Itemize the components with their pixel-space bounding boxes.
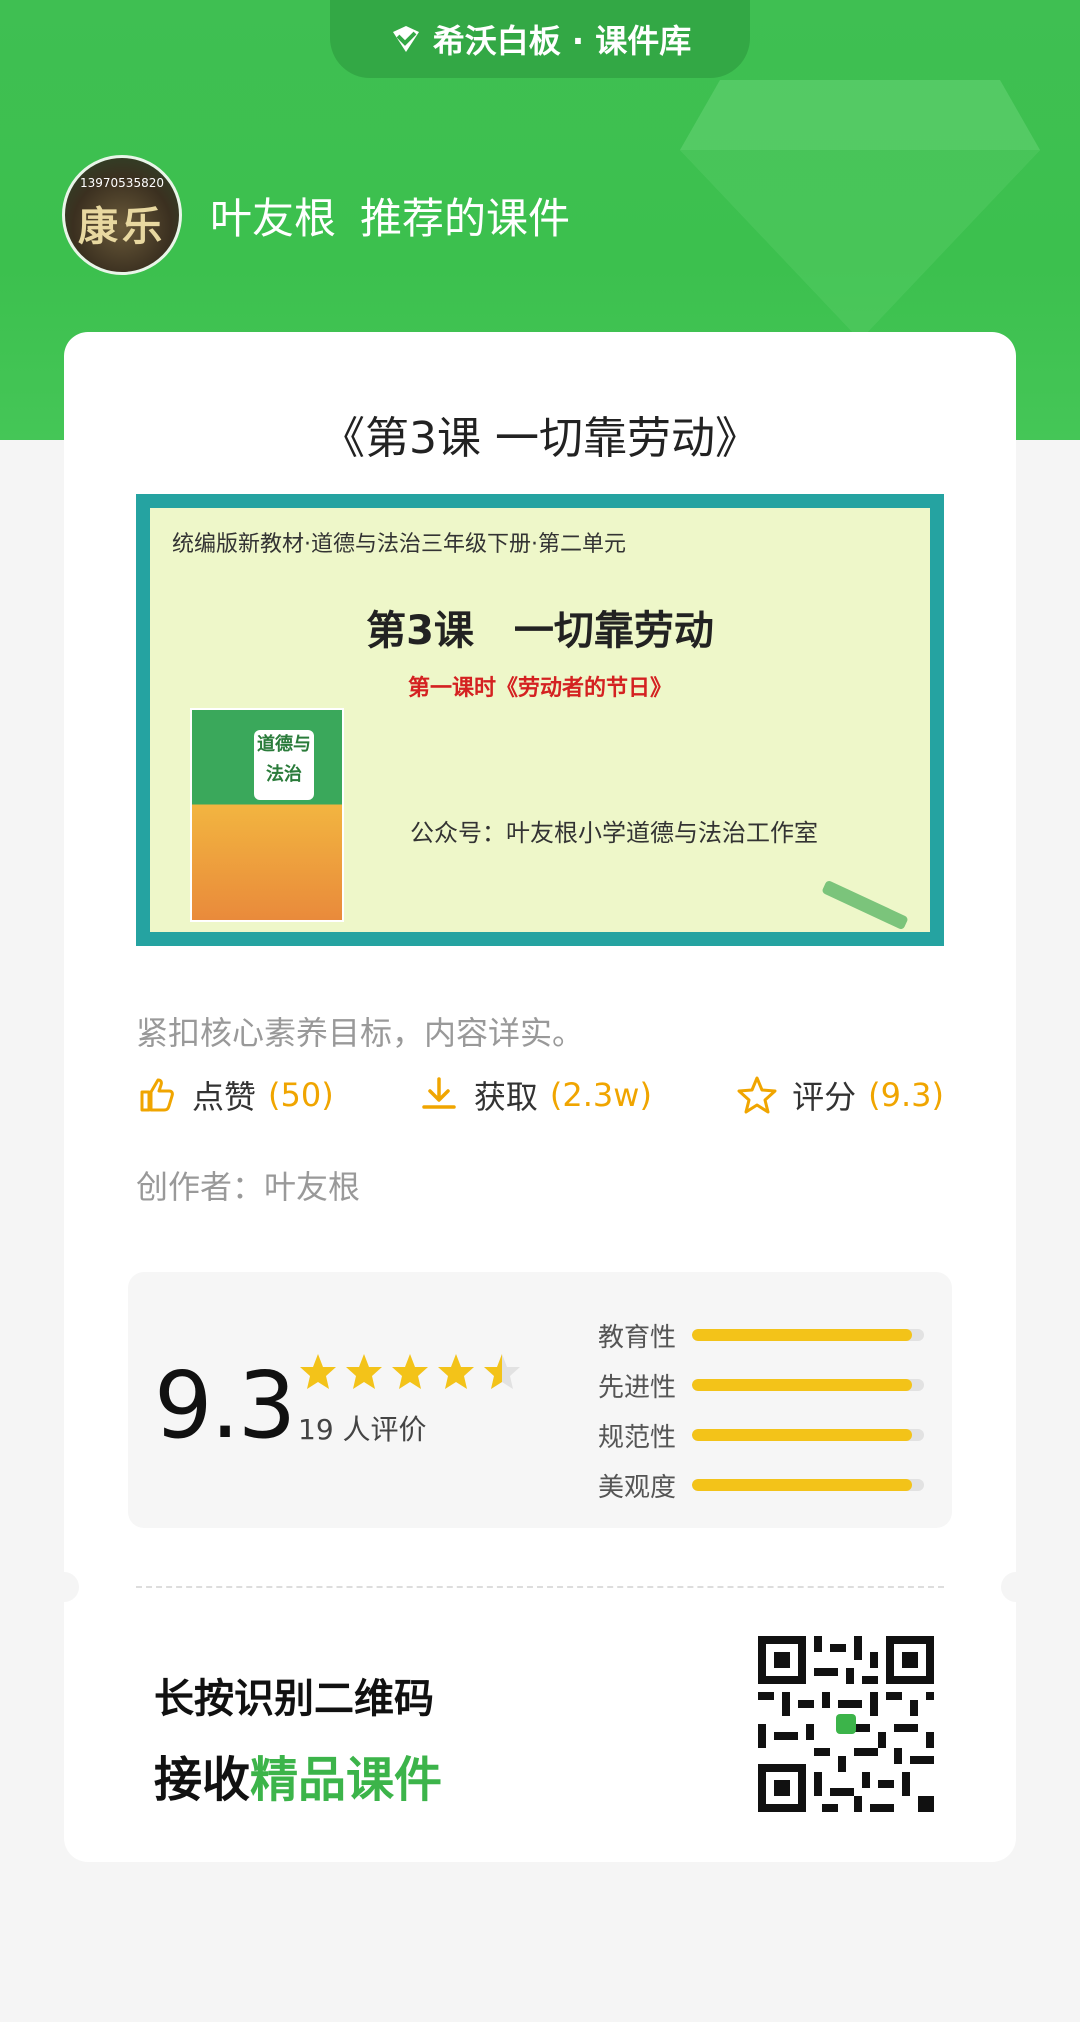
star-half-icon (484, 1354, 520, 1389)
get-button[interactable]: 获取 (2.3w) (418, 1072, 652, 1118)
cover-lesson: 第3课 一切靠劳动 (366, 608, 714, 654)
rating-panel: 9.3 19 人评价 教育性 先进性 规范性 美观度 (128, 1272, 952, 1528)
rate-label: 评分 (792, 1078, 857, 1116)
dimension-row: 美观度 (598, 1460, 924, 1510)
like-button[interactable]: 点赞 (50) (136, 1072, 334, 1118)
dimension-bar (692, 1329, 924, 1341)
qr-tagline-prefix: 接收 (154, 1752, 251, 1808)
course-cover-image[interactable]: 统编版新教材·道德与法治三年级下册·第二单元 第3课 一切靠劳动 第一课时《劳动… (136, 494, 944, 946)
dimension-row: 规范性 (598, 1410, 924, 1460)
avatar-phone: 13970535820 (80, 176, 164, 190)
qr-tagline-highlight: 精品课件 (250, 1752, 443, 1808)
course-title: 《第3课 一切靠劳动》 (321, 413, 759, 464)
cover-subtitle: 第一课时《劳动者的节日》 (407, 676, 672, 701)
like-label: 点赞 (192, 1078, 257, 1116)
recommender-row: 13970535820 康乐 叶友根 推荐的课件 (62, 155, 570, 275)
thumbs-up-icon (140, 1078, 174, 1112)
recommender-text: 叶友根 推荐的课件 (210, 185, 570, 246)
recommender-suffix: 推荐的课件 (360, 193, 571, 243)
like-count: (50) (268, 1076, 334, 1114)
dimension-row: 先进性 (598, 1360, 924, 1410)
get-count: (2.3w) (549, 1076, 652, 1114)
star-full-icon (300, 1354, 336, 1389)
author-line: 创作者：叶友根 (136, 1168, 361, 1206)
dimension-bar (692, 1379, 924, 1391)
recommender-name: 叶友根 (210, 193, 337, 243)
avatar[interactable]: 13970535820 康乐 (62, 155, 182, 275)
review-count: 19 人评价 (298, 1413, 427, 1446)
rate-button[interactable]: 评分 (9.3) (736, 1072, 944, 1118)
dimension-bar (692, 1479, 924, 1491)
course-description: 紧扣核心素养目标，内容详实。 (136, 1014, 585, 1052)
pencil-icon (821, 879, 909, 931)
dashed-divider (136, 1586, 944, 1588)
avatar-calligraphy: 康乐 (78, 203, 166, 250)
qr-tagline: 接收精品课件 (154, 1740, 442, 1810)
star-outline-icon (737, 1076, 777, 1114)
seewo-logo-icon (392, 26, 419, 52)
qr-instruction: 长按识别二维码 (154, 1676, 434, 1722)
dimension-label: 先进性 (598, 1372, 677, 1403)
dimension-bar (692, 1429, 924, 1441)
gem-decoration-icon (680, 80, 1040, 340)
dimension-row: 教育性 (598, 1310, 924, 1360)
cover-edition: 统编版新教材·道德与法治三年级下册·第二单元 (172, 532, 626, 557)
textbook-title: 道德与法治 (254, 730, 314, 800)
dimension-label: 规范性 (598, 1422, 677, 1453)
download-icon (422, 1077, 456, 1109)
get-label: 获取 (473, 1078, 538, 1116)
rate-value: (9.3) (868, 1076, 944, 1114)
star-full-icon (392, 1354, 428, 1389)
rating-stars (298, 1352, 522, 1392)
star-full-icon (346, 1354, 382, 1389)
brand-label: 希沃白板 · 课件库 (432, 22, 692, 60)
star-full-icon (438, 1354, 474, 1389)
brand-tab: 希沃白板 · 课件库 (330, 0, 750, 78)
stats-row: 点赞 (50) 获取 (2.3w) 评分 (9.3) (136, 1072, 944, 1118)
rating-dimensions: 教育性 先进性 规范性 美观度 (598, 1310, 924, 1510)
courseware-card: 《第3课 一切靠劳动》 统编版新教材·道德与法治三年级下册·第二单元 第3课 一… (49, 332, 1031, 1862)
rating-score: 9.3 (154, 1352, 296, 1459)
cover-wechat: 公众号：叶友根小学道德与法治工作室 (410, 819, 818, 847)
dimension-label: 美观度 (598, 1472, 677, 1503)
qr-code-icon[interactable] (758, 1636, 934, 1812)
textbook-image: 道德与法治 (190, 708, 344, 922)
dimension-label: 教育性 (598, 1322, 677, 1353)
